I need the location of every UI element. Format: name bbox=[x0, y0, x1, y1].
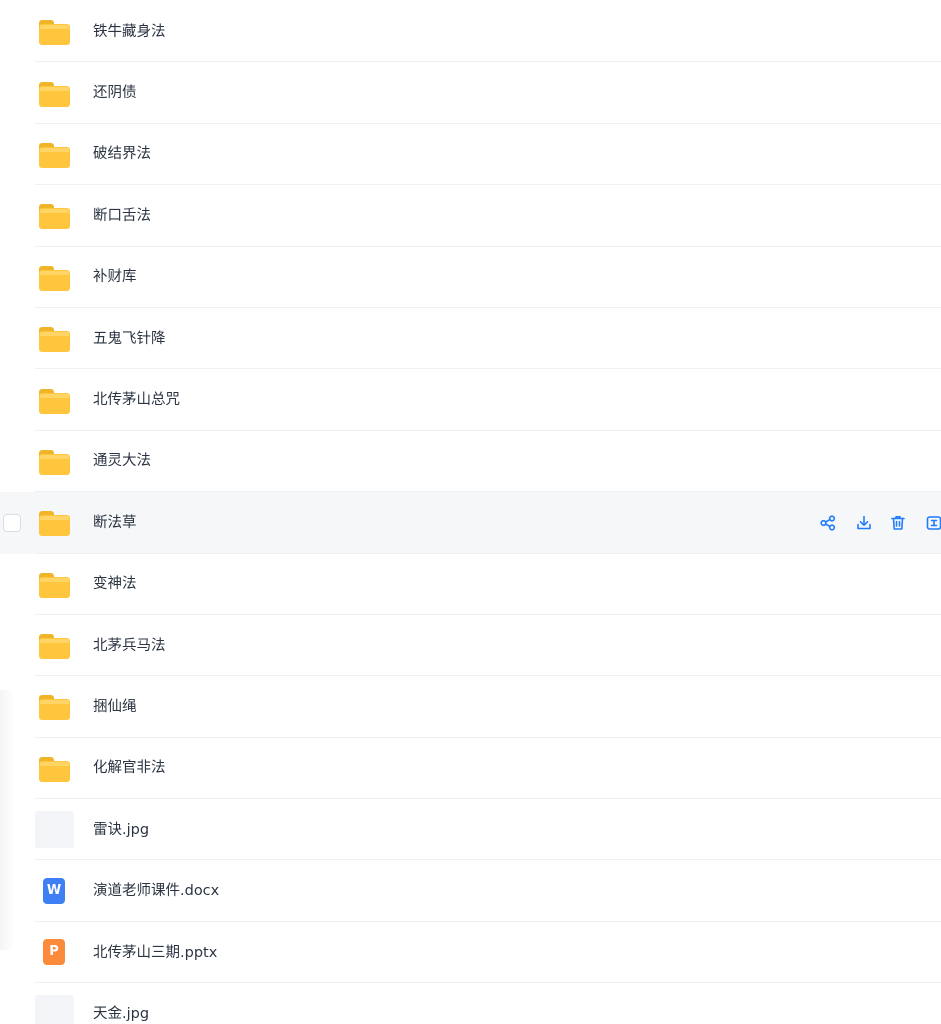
image-placeholder bbox=[35, 995, 74, 1024]
folder-shape bbox=[39, 695, 70, 721]
download-icon[interactable] bbox=[855, 514, 873, 532]
trash-icon[interactable] bbox=[889, 514, 907, 532]
folder-shape bbox=[39, 388, 70, 414]
folder-shape bbox=[39, 142, 70, 168]
folder-icon bbox=[39, 446, 70, 477]
file-row[interactable]: W 演道老师课件.docx bbox=[0, 860, 941, 923]
file-name[interactable]: 北传茅山三期.pptx bbox=[93, 944, 217, 962]
folder-icon bbox=[39, 200, 70, 231]
folder-shape bbox=[39, 81, 70, 107]
row-checkbox[interactable] bbox=[3, 513, 21, 532]
file-name[interactable]: 雷诀.jpg bbox=[93, 821, 149, 839]
ppt-doc-icon: P bbox=[39, 937, 70, 968]
folder-icon bbox=[39, 569, 70, 600]
file-name[interactable]: 演道老师课件.docx bbox=[93, 882, 219, 900]
folder-shape bbox=[39, 634, 70, 660]
folder-row[interactable]: 还阴债 bbox=[0, 62, 941, 125]
folder-row[interactable]: 破结界法 bbox=[0, 124, 941, 186]
folder-icon bbox=[39, 630, 70, 661]
image-placeholder bbox=[35, 811, 74, 849]
folder-icon bbox=[39, 385, 70, 416]
folder-shape bbox=[39, 511, 70, 537]
row-actions bbox=[819, 514, 941, 532]
file-name[interactable]: 铁牛藏身法 bbox=[93, 23, 166, 41]
file-row[interactable]: 雷诀.jpg bbox=[0, 799, 941, 861]
file-name[interactable]: 断法草 bbox=[93, 514, 137, 532]
file-row[interactable]: P 北传茅山三期.pptx bbox=[0, 922, 941, 984]
folder-row[interactable]: 北茅兵马法 bbox=[0, 615, 941, 677]
folder-row[interactable]: 五鬼飞针降 bbox=[0, 308, 941, 370]
folder-shape bbox=[39, 265, 70, 291]
file-name[interactable]: 断口舌法 bbox=[93, 207, 151, 225]
folder-shape bbox=[39, 572, 70, 598]
file-row[interactable]: 天金.jpg bbox=[0, 983, 941, 1024]
folder-row[interactable]: 捆仙绳 bbox=[0, 676, 941, 739]
folder-shape bbox=[39, 204, 70, 230]
folder-icon bbox=[39, 753, 70, 784]
file-name[interactable]: 变神法 bbox=[93, 575, 137, 593]
folder-icon bbox=[39, 507, 70, 538]
file-browser-page: 铁牛藏身法还阴债破结界法断口舌法补财库五鬼飞针降北传茅山总咒 通灵大法断法草变神法… bbox=[0, 0, 941, 1024]
file-name[interactable]: 五鬼飞针降 bbox=[93, 330, 166, 348]
folder-row[interactable]: 断口舌法 bbox=[0, 185, 941, 247]
word-doc-icon: W bbox=[39, 876, 70, 907]
image-thumbnail bbox=[35, 811, 74, 849]
share-icon[interactable] bbox=[819, 514, 837, 532]
folder-icon bbox=[39, 262, 70, 293]
folder-icon bbox=[39, 16, 70, 47]
file-name[interactable]: 捆仙绳 bbox=[93, 698, 137, 716]
file-name[interactable]: 天金.jpg bbox=[93, 1005, 149, 1023]
file-name[interactable]: 补财库 bbox=[93, 268, 137, 286]
file-name[interactable]: 还阴债 bbox=[93, 84, 137, 102]
folder-row[interactable]: 变神法 bbox=[0, 554, 941, 616]
file-name[interactable]: 化解官非法 bbox=[93, 759, 166, 777]
file-name[interactable]: 破结界法 bbox=[93, 145, 151, 163]
ppt-badge: P bbox=[43, 939, 65, 966]
file-list: 铁牛藏身法还阴债破结界法断口舌法补财库五鬼飞针降北传茅山总咒 通灵大法断法草变神法… bbox=[0, 1, 941, 1024]
folder-row[interactable]: 铁牛藏身法 bbox=[0, 1, 941, 63]
folder-shape bbox=[39, 449, 70, 475]
file-name[interactable]: 北传茅山总咒 bbox=[93, 391, 180, 409]
rename-icon[interactable] bbox=[925, 514, 941, 532]
folder-icon bbox=[39, 78, 70, 109]
word-badge: W bbox=[43, 877, 65, 904]
folder-icon bbox=[39, 323, 70, 354]
folder-icon bbox=[39, 691, 70, 722]
file-name[interactable]: 通灵大法 bbox=[93, 452, 151, 470]
image-thumbnail bbox=[35, 995, 74, 1024]
folder-row[interactable]: 北传茅山总咒 bbox=[0, 369, 941, 432]
file-name[interactable]: 北茅兵马法 bbox=[93, 637, 166, 655]
folder-row[interactable]: 化解官非法 bbox=[0, 738, 941, 800]
folder-icon bbox=[39, 139, 70, 170]
folder-row[interactable]: 断法草 bbox=[0, 492, 941, 554]
folder-shape bbox=[39, 756, 70, 782]
folder-shape bbox=[39, 327, 70, 353]
folder-shape bbox=[39, 20, 70, 46]
folder-row[interactable]: 补财库 bbox=[0, 247, 941, 309]
folder-row[interactable]: 通灵大法 bbox=[0, 431, 941, 493]
